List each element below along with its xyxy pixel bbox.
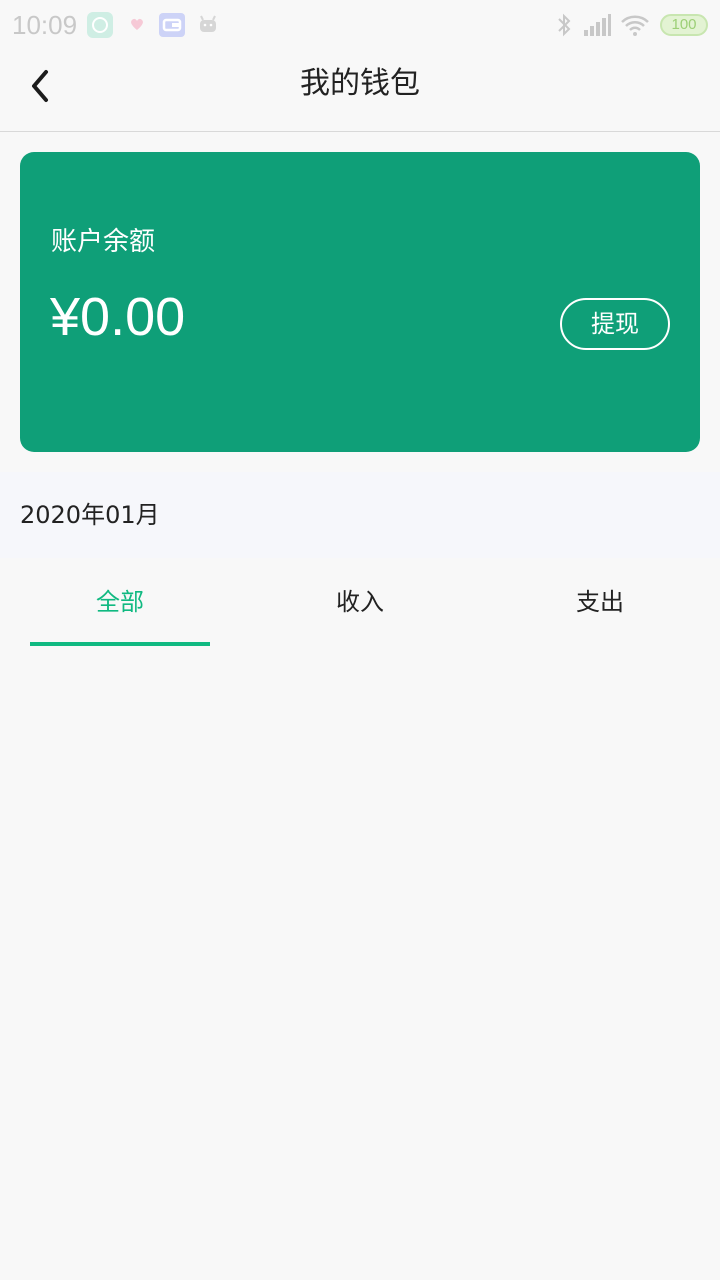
tab-expense-label: 支出 [576,588,624,616]
battery-level: 100 [671,16,697,33]
balance-label: 账户余额 [51,227,156,257]
compass-app-icon [87,12,113,38]
status-time: 10:09 [12,10,78,40]
balance-card: 账户余额 ¥0.00 提现 [20,152,700,452]
tab-income-label: 收入 [336,588,384,616]
heart-app-icon [131,18,143,30]
month-label: 2020年01月 [20,501,160,529]
nav-bar: 我的钱包 [0,50,720,132]
tab-income[interactable]: 收入 [240,558,480,646]
status-bar: 10:09 100 [0,0,720,50]
wifi-icon [621,15,649,36]
android-app-icon [200,15,216,32]
month-selector[interactable]: 2020年01月 [0,472,720,558]
battery-icon: 100 [660,14,708,36]
page-title: 我的钱包 [300,66,420,101]
bluetooth-icon [558,13,571,37]
tab-expense[interactable]: 支出 [480,558,720,646]
signal-icon [584,14,611,36]
withdraw-button[interactable]: 提现 [560,298,670,350]
transaction-tabs: 全部 收入 支出 [0,558,720,646]
tab-all[interactable]: 全部 [0,558,240,646]
card-app-icon [159,13,185,37]
balance-amount: ¥0.00 [50,287,186,347]
transaction-list [0,646,720,1280]
tab-all-label: 全部 [96,588,144,616]
